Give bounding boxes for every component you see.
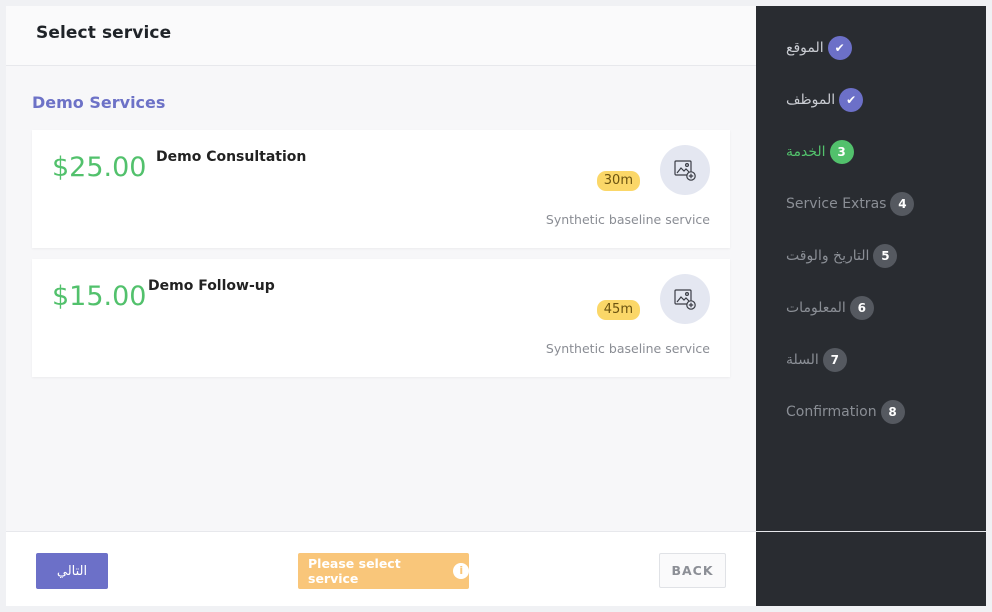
step-label: Service Extras	[786, 196, 887, 212]
image-placeholder-icon	[660, 145, 710, 195]
back-button[interactable]: BACK	[659, 553, 726, 588]
step-label: السلة	[786, 352, 819, 368]
step-cart[interactable]: السلة 7	[786, 347, 847, 373]
step-label: الموقع	[786, 40, 824, 56]
check-icon: ✔	[839, 88, 864, 112]
select-service-notice: Please select service i	[298, 553, 469, 589]
service-description: Synthetic baseline service	[545, 212, 710, 227]
booking-widget: Select service Demo Services $25.00 Demo…	[6, 6, 986, 606]
step-label: التاريخ والوقت	[786, 248, 870, 264]
page-title: Select service	[36, 23, 172, 43]
service-card[interactable]: $15.00 Demo Follow-up 45m Synthetic base…	[32, 259, 730, 377]
step-number-badge: 3	[829, 140, 854, 164]
panel-header: Select service	[6, 6, 756, 66]
step-label: الموظف	[786, 92, 836, 108]
step-label: الخدمة	[786, 144, 826, 160]
main-panel: Select service Demo Services $25.00 Demo…	[6, 6, 756, 606]
service-category-title: Demo Services	[32, 93, 166, 112]
info-icon: i	[453, 563, 469, 579]
step-number-badge: 7	[822, 348, 847, 372]
step-number-badge: 6	[849, 296, 874, 320]
service-name: Demo Follow-up	[148, 278, 275, 294]
step-label: المعلومات	[786, 300, 846, 316]
notice-text: Please select service	[308, 556, 401, 586]
next-button[interactable]: التالي	[36, 553, 108, 589]
sidebar-footer	[756, 532, 986, 606]
service-name: Demo Consultation	[156, 149, 307, 165]
step-confirmation[interactable]: Confirmation 8	[786, 399, 905, 425]
duration-badge: 45m	[596, 300, 640, 320]
service-price: $15.00	[52, 281, 147, 312]
step-label: Confirmation	[786, 404, 877, 420]
step-information[interactable]: المعلومات 6	[786, 295, 874, 321]
steps-sidebar: الموقع ✔ الموظف ✔ الخدمة 3 Service Extra…	[756, 6, 986, 531]
service-description: Synthetic baseline service	[545, 341, 710, 356]
step-date-time[interactable]: التاريخ والوقت 5	[786, 243, 898, 269]
check-icon: ✔	[827, 36, 852, 60]
service-card[interactable]: $25.00 Demo Consultation 30m Synthetic b…	[32, 130, 730, 248]
step-service[interactable]: الخدمة 3	[786, 139, 854, 165]
step-number-badge: 4	[890, 192, 915, 216]
step-number-badge: 5	[873, 244, 898, 268]
image-placeholder-icon	[660, 274, 710, 324]
service-price: $25.00	[52, 152, 147, 183]
step-location[interactable]: الموقع ✔	[786, 35, 852, 61]
step-service-extras[interactable]: Service Extras 4	[786, 191, 915, 217]
duration-badge: 30m	[596, 171, 640, 191]
step-staff[interactable]: الموظف ✔	[786, 87, 864, 113]
step-number-badge: 8	[880, 400, 905, 424]
